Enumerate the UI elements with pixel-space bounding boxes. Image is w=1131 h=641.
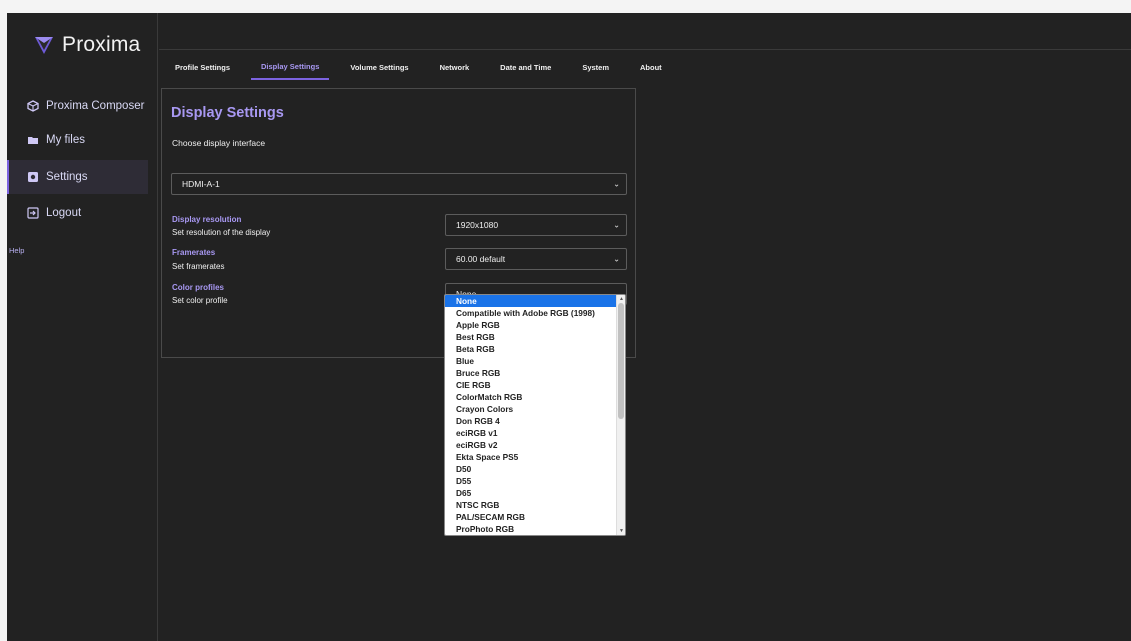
dropdown-option[interactable]: NTSC RGB bbox=[445, 499, 617, 511]
sidebar-item-logout[interactable]: Logout bbox=[7, 196, 148, 230]
dropdown-option[interactable]: CIE RGB bbox=[445, 379, 617, 391]
dropdown-option[interactable]: PAL/SECAM RGB bbox=[445, 511, 617, 523]
chevron-down-icon: ⌄ bbox=[613, 220, 620, 230]
framerates-sublabel: Set framerates bbox=[172, 262, 225, 271]
settings-icon bbox=[28, 172, 38, 182]
dropdown-option[interactable]: eciRGB v2 bbox=[445, 439, 617, 451]
chevron-down-icon: ⌄ bbox=[613, 254, 620, 264]
dropdown-option[interactable]: None bbox=[445, 295, 617, 307]
folder-icon bbox=[28, 137, 38, 144]
resolution-label: Display resolution bbox=[172, 215, 242, 224]
framerates-label: Framerates bbox=[172, 248, 216, 257]
select-value: 1920x1080 bbox=[456, 220, 499, 230]
dropdown-option[interactable]: Apple RGB bbox=[445, 319, 617, 331]
display-interface-select[interactable]: HDMI-A-1 ⌄ bbox=[171, 173, 627, 195]
logo: Proxima bbox=[33, 33, 140, 57]
sidebar-item-proxima-composer[interactable]: Proxima Composer bbox=[7, 89, 148, 123]
sidebar-item-label: Settings bbox=[46, 171, 88, 183]
color-profile-dropdown-list[interactable]: None Compatible with Adobe RGB (1998) Appl… bbox=[444, 294, 626, 536]
tab-network[interactable]: Network bbox=[430, 55, 480, 79]
sidebar-item-my-files[interactable]: My files bbox=[7, 123, 148, 157]
sidebar-item-label: Proxima Composer bbox=[46, 100, 145, 112]
dropdown-scrollbar[interactable]: ▲ ▼ bbox=[616, 295, 625, 535]
tab-system[interactable]: System bbox=[572, 55, 619, 79]
resolution-sublabel: Set resolution of the display bbox=[172, 228, 271, 237]
tab-profile-settings[interactable]: Profile Settings bbox=[165, 55, 240, 79]
scroll-down-icon[interactable]: ▼ bbox=[617, 527, 625, 535]
resolution-select[interactable]: 1920x1080 ⌄ bbox=[445, 214, 627, 236]
tab-about[interactable]: About bbox=[630, 55, 672, 79]
dropdown-option[interactable]: ProPhoto RGB bbox=[445, 523, 617, 535]
interface-label: Choose display interface bbox=[172, 138, 266, 148]
sidebar: Proxima Proxima Composer My files Settin… bbox=[7, 13, 158, 641]
app-name: Proxima bbox=[62, 33, 141, 56]
dropdown-option[interactable]: Crayon Colors bbox=[445, 403, 617, 415]
dropdown-option[interactable]: D50 bbox=[445, 463, 617, 475]
tab-display-settings[interactable]: Display Settings bbox=[251, 55, 330, 80]
dropdown-option[interactable]: Bruce RGB bbox=[445, 367, 617, 379]
color-profiles-label: Color profiles bbox=[172, 283, 225, 292]
select-value: HDMI-A-1 bbox=[182, 179, 220, 189]
sidebar-item-settings[interactable]: Settings bbox=[7, 160, 148, 194]
dropdown-option[interactable]: Best RGB bbox=[445, 331, 617, 343]
settings-tabs: Profile Settings Display Settings Volume… bbox=[165, 55, 683, 89]
top-divider bbox=[159, 49, 1131, 50]
scroll-up-icon[interactable]: ▲ bbox=[617, 295, 625, 303]
chevron-down-icon: ⌄ bbox=[613, 179, 620, 189]
tab-date-and-time[interactable]: Date and Time bbox=[490, 55, 561, 79]
proxima-logo-icon bbox=[35, 37, 53, 54]
sidebar-item-label: Logout bbox=[46, 207, 82, 219]
tab-volume-settings[interactable]: Volume Settings bbox=[340, 55, 418, 79]
dropdown-option[interactable]: D55 bbox=[445, 475, 617, 487]
dropdown-option[interactable]: eciRGB v1 bbox=[445, 427, 617, 439]
dropdown-option[interactable]: ColorMatch RGB bbox=[445, 391, 617, 403]
help-link[interactable]: Help bbox=[9, 246, 24, 255]
logout-icon bbox=[27, 207, 39, 219]
select-value: 60.00 default bbox=[456, 254, 506, 264]
dropdown-option[interactable]: D65 bbox=[445, 487, 617, 499]
dropdown-option[interactable]: Blue bbox=[445, 355, 617, 367]
cube-icon bbox=[27, 100, 39, 112]
dropdown-option[interactable]: Don RGB 4 bbox=[445, 415, 617, 427]
dropdown-option[interactable]: Beta RGB bbox=[445, 343, 617, 355]
sidebar-item-label: My files bbox=[46, 134, 85, 146]
dropdown-option[interactable]: Ekta Space PS5 bbox=[445, 451, 617, 463]
color-profiles-sublabel: Set color profile bbox=[172, 296, 228, 305]
scrollbar-thumb[interactable] bbox=[618, 303, 624, 419]
dropdown-option[interactable]: Compatible with Adobe RGB (1998) bbox=[445, 307, 617, 319]
framerates-select[interactable]: 60.00 default ⌄ bbox=[445, 248, 627, 270]
dropdown-options: None Compatible with Adobe RGB (1998) Appl… bbox=[445, 295, 617, 535]
page-title: Display Settings bbox=[171, 105, 284, 121]
